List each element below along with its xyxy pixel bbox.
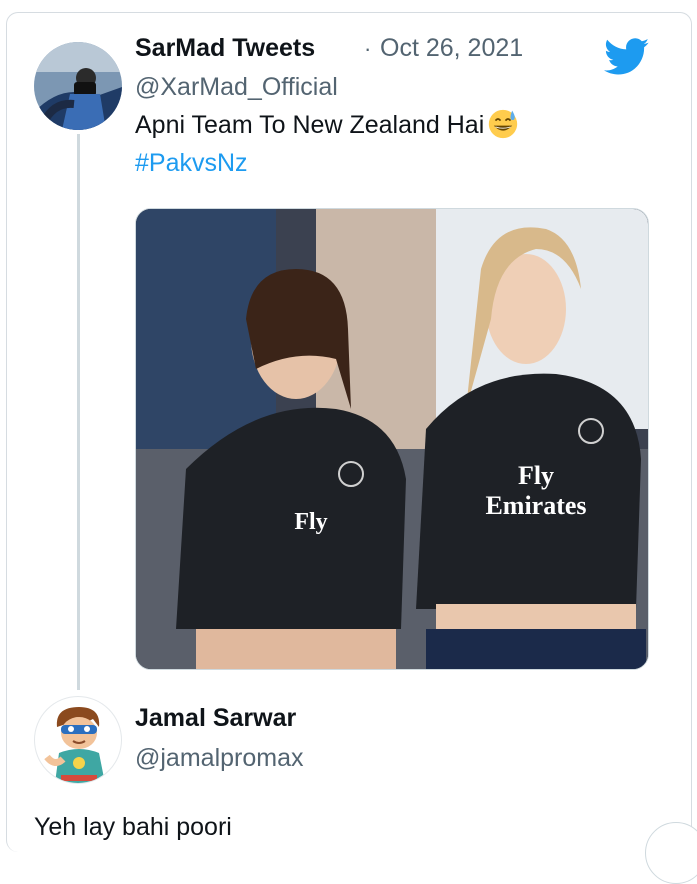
thread-line (77, 134, 80, 690)
tweet-photo: Fly Emirates Fly (136, 209, 648, 669)
svg-text:Fly: Fly (294, 509, 327, 535)
author-handle[interactable]: @XarMad_Official (135, 73, 338, 102)
cartoon-hero-avatar (44, 707, 105, 783)
reply-text: Yeh lay bahi poori (34, 813, 232, 841)
tweet-text-content: Apni Team To New Zealand Hai (135, 111, 485, 139)
grinning-face-with-sweat-icon (489, 110, 518, 139)
svg-text:Fly: Fly (518, 461, 554, 490)
reply-author-name[interactable]: Jamal Sarwar (135, 704, 296, 733)
tweet-date[interactable]: Oct 26, 2021 (380, 34, 523, 63)
hashtag-link[interactable]: #PakvsNz (135, 149, 248, 178)
tweet-text: Apni Team To New Zealand Hai (135, 110, 518, 141)
scroll-button[interactable] (645, 822, 697, 884)
reply-avatar[interactable] (34, 696, 122, 784)
avatar[interactable] (34, 42, 122, 130)
svg-text:Emirates: Emirates (485, 491, 586, 520)
author-name[interactable]: SarMad Tweets (135, 34, 315, 63)
twitter-bird-icon[interactable] (604, 38, 650, 76)
reply-author-handle[interactable]: @jamalpromax (135, 744, 303, 773)
avatar-photo (34, 42, 122, 130)
separator-dot: · (364, 36, 372, 61)
tweet-media[interactable]: Fly Emirates Fly (135, 208, 649, 670)
